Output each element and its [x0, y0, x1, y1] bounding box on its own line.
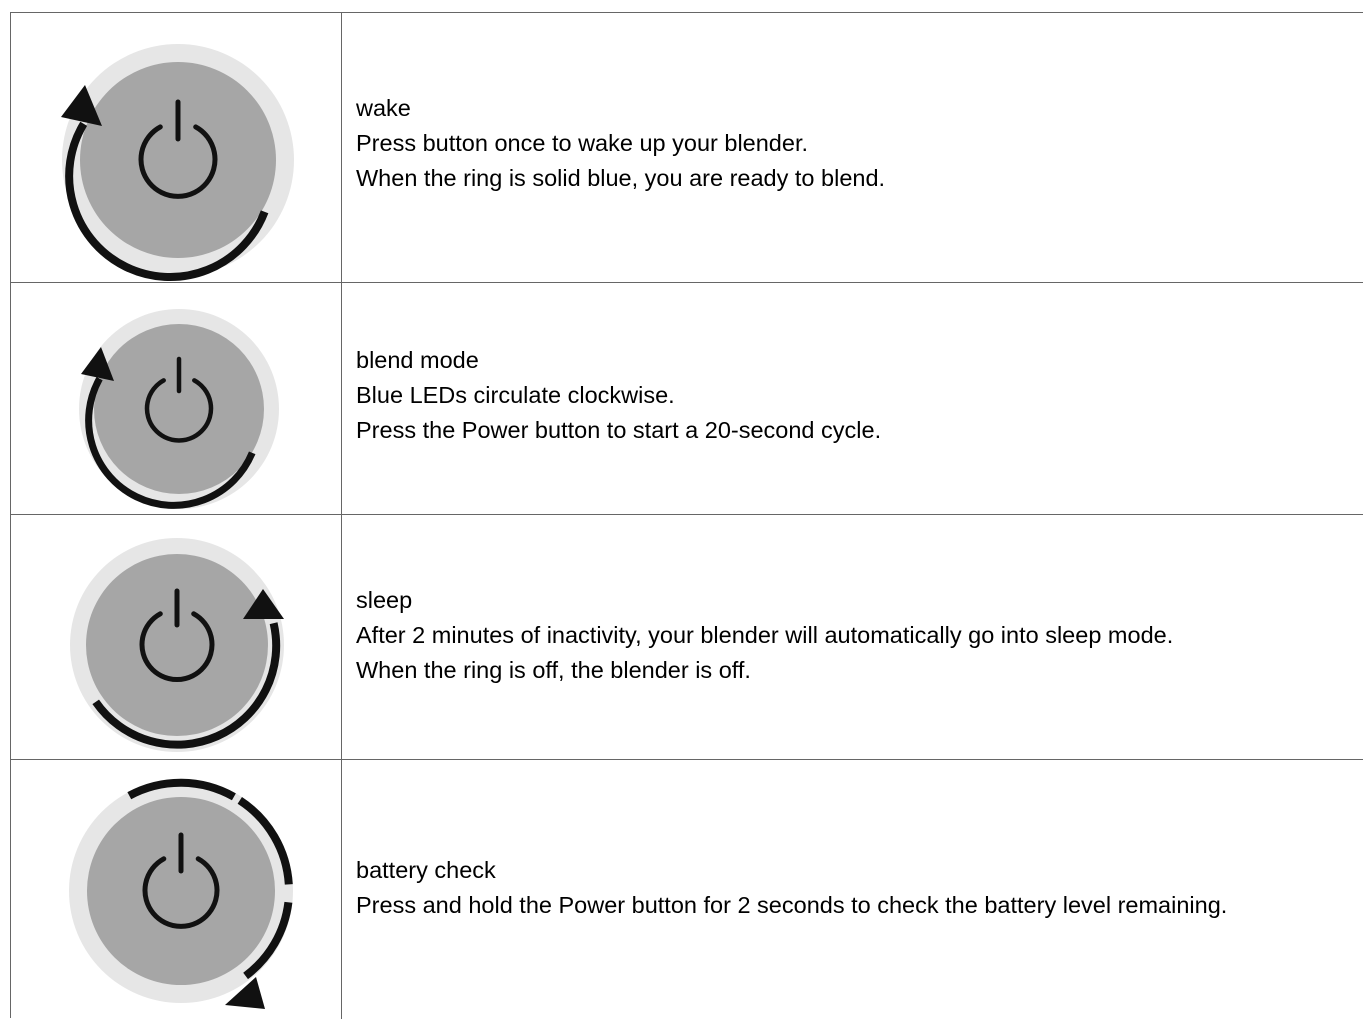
power-button-battery-icon: [69, 778, 293, 1009]
table-row-blend-mode: blend mode Blue LEDs circulate clockwise…: [11, 283, 1363, 515]
row-line-sleep-2: When the ring is off, the blender is off…: [356, 657, 751, 683]
icon-cell-wake: [11, 13, 342, 282]
table-row-wake: wake Press button once to wake up your b…: [11, 13, 1363, 283]
row-line-blend-1: Blue LEDs circulate clockwise.: [356, 382, 675, 408]
text-cell-sleep: sleep After 2 minutes of inactivity, you…: [356, 515, 1363, 759]
row-title-blend-mode: blend mode: [356, 347, 479, 373]
row-title-battery-check: battery check: [356, 857, 496, 883]
row-title-sleep: sleep: [356, 587, 413, 613]
row-line-blend-2: Press the Power button to start a 20-sec…: [356, 417, 882, 443]
text-cell-blend-mode: blend mode Blue LEDs circulate clockwise…: [356, 283, 1363, 514]
row-line-wake-1: Press button once to wake up your blende…: [356, 130, 809, 156]
row-line-wake-2: When the ring is solid blue, you are rea…: [356, 165, 886, 191]
icon-cell-battery-check: [11, 760, 342, 1019]
row-line-sleep-1: After 2 minutes of inactivity, your blen…: [356, 622, 1174, 648]
row-title-wake: wake: [356, 95, 411, 121]
table-row-sleep: sleep After 2 minutes of inactivity, you…: [11, 515, 1363, 760]
text-cell-battery-check: battery check Press and hold the Power b…: [356, 760, 1363, 1019]
power-button-blend-icon: [79, 309, 279, 509]
power-button-wake-icon: [61, 44, 294, 282]
row-line-battery-1: Press and hold the Power button for 2 se…: [356, 892, 1228, 918]
icon-cell-sleep: [11, 515, 342, 759]
text-cell-wake: wake Press button once to wake up your b…: [356, 13, 1363, 282]
power-button-sleep-icon: [70, 538, 284, 752]
instruction-table: wake Press button once to wake up your b…: [10, 12, 1363, 1019]
icon-cell-blend-mode: [11, 283, 342, 514]
table-row-battery-check: battery check Press and hold the Power b…: [11, 760, 1363, 1019]
